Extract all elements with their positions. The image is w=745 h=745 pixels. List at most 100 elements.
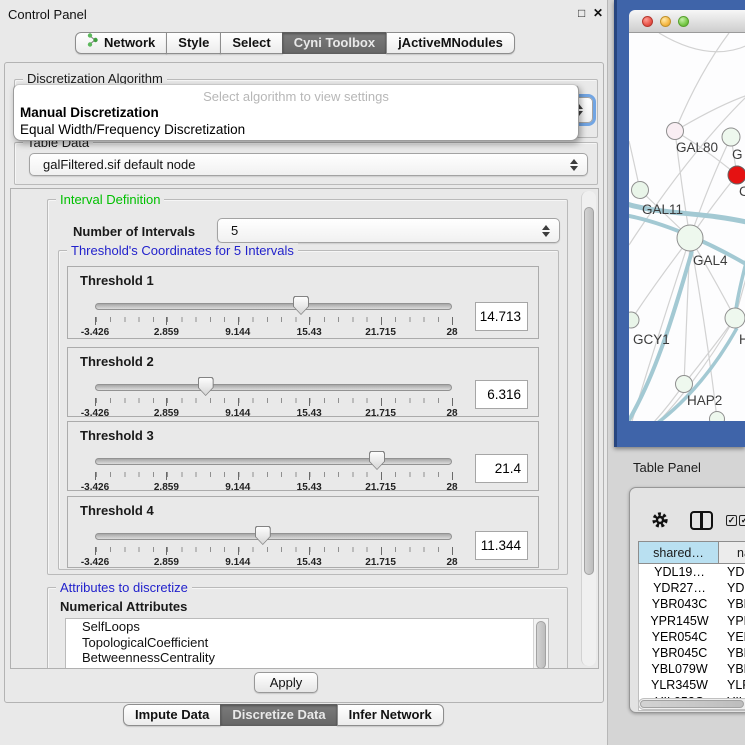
slider-thumb[interactable] (293, 296, 309, 315)
settings-scroll-area: Interval Definition Number of Intervals … (10, 188, 599, 669)
threshold-3-panel: Threshold 3 -3.426 2.859 9.144 15.43 (67, 421, 539, 491)
option-equal-width-frequency[interactable]: Equal Width/Frequency Discretization (14, 121, 578, 138)
table-panel-window: shared… na YDL19…YDL1 YDR27…YDR2 YBR043C… (629, 487, 745, 713)
threshold-4-panel: Threshold 4 -3.426 2.859 9.144 15.43 (67, 496, 539, 568)
threshold-3-slider[interactable]: -3.426 2.859 9.144 15.43 21.715 28 (95, 450, 452, 492)
algorithm-dropdown-popup: Select algorithm to view settings Manual… (13, 84, 579, 141)
thresholds-coordinates-group: Threshold's Coordinates for 5 Intervals … (58, 250, 559, 570)
close-panel-icon[interactable]: ✕ (593, 6, 603, 20)
tab-select[interactable]: Select (220, 32, 282, 54)
threshold-2-panel: Threshold 2 -3.426 2.859 9.144 15.43 (67, 347, 539, 417)
close-traffic-light-icon[interactable] (642, 16, 653, 27)
table-row[interactable]: YDL19…YDL1 (639, 564, 745, 580)
scrollbar-thumb[interactable] (584, 207, 594, 575)
table-row[interactable]: YBR043CYBR0 (639, 596, 745, 612)
node (722, 128, 740, 146)
option-manual-discretization[interactable]: Manual Discretization (14, 104, 578, 121)
tab-discretize-data[interactable]: Discretize Data (220, 704, 337, 726)
network-canvas[interactable]: GAL80 G C GAL11 GAL4 GCY1 H HAP2 (629, 33, 745, 421)
threshold-3-value-field[interactable] (475, 454, 528, 483)
list-scrollbar[interactable] (533, 619, 548, 669)
node-label: G (732, 147, 743, 162)
panel-title: Control Panel (8, 7, 87, 22)
list-item[interactable]: SelfLoops (66, 619, 548, 635)
network-window-titlebar[interactable] (629, 10, 745, 33)
node-attribute-table: shared… na YDL19…YDL1 YDR27…YDR2 YBR043C… (638, 541, 745, 711)
numerical-attributes-list[interactable]: SelfLoops TopologicalCoefficient Between… (65, 618, 549, 669)
interval-definition-group: Interval Definition Number of Intervals … (47, 199, 568, 575)
threshold-4-value-field[interactable] (475, 531, 528, 560)
table-row[interactable]: YPR145WYPR1 (639, 613, 745, 629)
number-of-intervals-combobox[interactable]: 5 (217, 218, 560, 243)
node-label: GCY1 (633, 332, 670, 347)
threshold-1-slider[interactable]: -3.426 2.859 9.144 15.43 21.715 28 (95, 295, 452, 337)
split-table-icon[interactable] (690, 511, 713, 530)
apply-button[interactable]: Apply (254, 672, 318, 693)
scrollbar-thumb[interactable] (640, 700, 744, 708)
node (710, 412, 725, 422)
column-header-shared-name[interactable]: shared… (638, 541, 719, 564)
table-row[interactable]: YBL079WYBL0 (639, 661, 745, 677)
attributes-group-label: Attributes to discretize (56, 580, 192, 595)
slider-track[interactable] (95, 533, 452, 540)
table-data-combobox[interactable]: galFiltered.sif default node (29, 153, 588, 176)
settings-scrollbar[interactable] (581, 191, 596, 666)
threshold-4-slider[interactable]: -3.426 2.859 9.144 15.43 21.715 28 (95, 525, 452, 567)
interval-definition-label: Interval Definition (56, 192, 164, 207)
node-label: GAL4 (693, 253, 728, 268)
slider-thumb[interactable] (255, 526, 271, 545)
threshold-1-value-field[interactable] (475, 302, 528, 331)
slider-track[interactable] (95, 458, 452, 465)
column-header-name[interactable]: na (718, 541, 745, 564)
table-row[interactable]: YBR045CYBR0 (639, 645, 745, 661)
control-panel: Control Panel □ ✕ Network Style Select C… (0, 0, 608, 745)
table-data-group: Table Data galFiltered.sif default node (14, 142, 598, 185)
table-row[interactable]: YER054CYER0 (639, 629, 745, 645)
table-horizontal-scrollbar[interactable] (638, 698, 745, 710)
tab-network[interactable]: Network (75, 32, 167, 54)
tab-style[interactable]: Style (166, 32, 221, 54)
table-row[interactable]: YLR345WYLR3 (639, 677, 745, 693)
table-panel-title: Table Panel (633, 460, 701, 475)
table-row[interactable]: YDR27…YDR2 (639, 580, 745, 596)
combo-stepper-icon (569, 159, 578, 171)
zoom-traffic-light-icon[interactable] (678, 16, 689, 27)
list-item[interactable]: BetweennessCentrality (66, 650, 548, 666)
slider-thumb[interactable] (198, 377, 214, 396)
tab-infer-network[interactable]: Infer Network (337, 704, 444, 726)
node-label: HAP2 (687, 393, 722, 408)
float-window-icon[interactable]: □ (578, 6, 585, 20)
node-label: GAL11 (642, 202, 683, 217)
slider-track[interactable] (95, 303, 452, 310)
numerical-attributes-label: Numerical Attributes (60, 599, 187, 614)
list-item[interactable]: TopologicalCoefficient (66, 635, 548, 651)
node-gal80 (667, 123, 684, 140)
combo-stepper-icon (541, 225, 550, 237)
network-icon (87, 33, 99, 53)
tab-jactivemnodules[interactable]: jActiveMNodules (386, 32, 515, 54)
algorithm-hint: Select algorithm to view settings (14, 85, 578, 104)
node (725, 308, 745, 328)
tab-cyni-toolbox[interactable]: Cyni Toolbox (282, 32, 387, 54)
node-label: C (739, 184, 745, 199)
network-view-window: GAL80 G C GAL11 GAL4 GCY1 H HAP2 (614, 0, 745, 447)
control-panel-tabs: Network Style Select Cyni Toolbox jActiv… (75, 32, 515, 54)
attributes-group: Attributes to discretize Numerical Attri… (47, 587, 568, 669)
slider-thumb[interactable] (369, 451, 385, 470)
tab-impute-data[interactable]: Impute Data (123, 704, 221, 726)
number-of-intervals-label: Number of Intervals (73, 224, 195, 239)
node-hap2 (676, 376, 693, 393)
threshold-2-slider[interactable]: -3.426 2.859 9.144 15.43 21.715 28 (95, 376, 452, 418)
select-columns-checkbox-icon[interactable] (726, 515, 737, 526)
node-gcy1 (629, 312, 639, 328)
network-graph: GAL80 G C GAL11 GAL4 GCY1 H HAP2 (629, 33, 745, 421)
minimize-traffic-light-icon[interactable] (660, 16, 671, 27)
table-settings-gear-icon[interactable] (651, 511, 669, 529)
thresholds-coordinates-label: Threshold's Coordinates for 5 Intervals (67, 243, 298, 258)
right-region: GAL80 G C GAL11 GAL4 GCY1 H HAP2 Table P… (609, 0, 745, 745)
node-gal4 (677, 225, 703, 251)
threshold-2-value-field[interactable] (475, 380, 528, 409)
cyni-mode-tabs: Impute Data Discretize Data Infer Networ… (123, 704, 444, 726)
select-all-checkbox-icon[interactable] (739, 515, 745, 526)
slider-track[interactable] (95, 384, 452, 391)
